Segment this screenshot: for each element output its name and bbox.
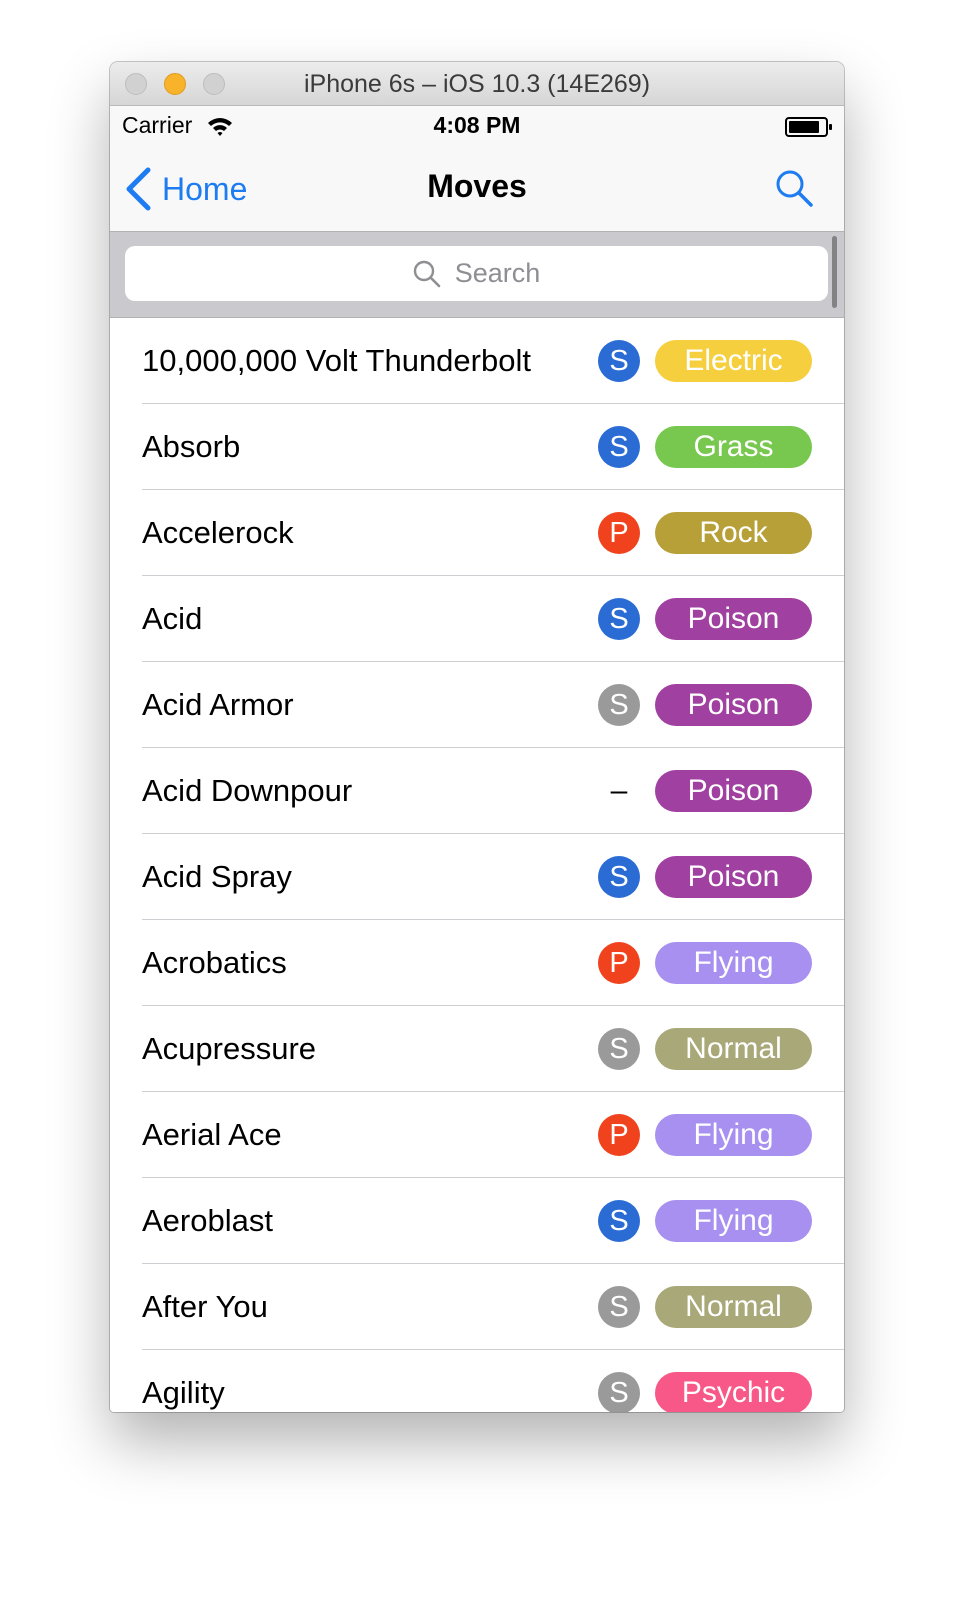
move-name: Accelerock [142,515,294,550]
list-item[interactable]: Acid S Poison [110,576,844,662]
status-time: 4:08 PM [433,112,521,138]
type-badge: Poison [655,856,812,898]
category-badge: S [598,598,640,640]
list-item[interactable]: Aerial Ace P Flying [110,1092,844,1178]
move-name: Aerial Ace [142,1117,282,1152]
type-badge: Electric [655,340,812,382]
search-input[interactable]: Search [125,246,828,301]
type-badge: Poison [655,598,812,640]
type-badge: Flying [655,1200,812,1242]
category-badge: S [598,340,640,382]
category-badge: S [598,1286,640,1328]
move-name: Aeroblast [142,1203,273,1238]
list-item[interactable]: Acupressure S Normal [110,1006,844,1092]
move-name: Acrobatics [142,945,287,980]
type-badge: Psychic [655,1372,812,1412]
move-name: Acupressure [142,1031,317,1066]
window-title: iPhone 6s – iOS 10.3 (14E269) [303,70,651,98]
list-item[interactable]: Acid Downpour – Poison [110,748,844,834]
scroll-indicator[interactable] [832,236,837,308]
category-badge: P [598,942,640,984]
move-name: Absorb [142,429,241,464]
category-badge: P [598,1114,640,1156]
search-placeholder: Search [454,258,541,288]
move-name: 10,000,000 Volt Thunderbolt [142,343,531,378]
status-bar: Carrier 4:08 PM [110,106,844,146]
category-badge: S [598,856,640,898]
moves-list[interactable]: 10,000,000 Volt Thunderbolt S Electric Abso… [110,318,844,1412]
list-item[interactable]: Accelerock P Rock [110,490,844,576]
list-item[interactable]: Agility S Psychic [110,1350,844,1412]
list-item[interactable]: Acid Armor S Poison [110,662,844,748]
page-title: Moves [427,168,527,204]
category-badge: S [598,684,640,726]
list-item[interactable]: Acid Spray S Poison [110,834,844,920]
list-item[interactable]: Acrobatics P Flying [110,920,844,1006]
type-badge: Poison [655,684,812,726]
type-badge: Poison [655,770,812,812]
search-field-icon [413,260,441,287]
category-badge: S [598,1200,640,1242]
simulator-window: iPhone 6s – iOS 10.3 (14E269) Carrier 4:… [110,62,844,1412]
move-name: After You [142,1289,268,1324]
battery-icon [785,117,832,137]
type-badge: Rock [655,512,812,554]
window-titlebar: iPhone 6s – iOS 10.3 (14E269) [110,62,844,106]
type-badge: Normal [655,1028,812,1070]
list-item[interactable]: Absorb S Grass [110,404,844,490]
category-badge: – [610,774,628,807]
move-name: Acid Armor [142,687,294,722]
type-badge: Flying [655,942,812,984]
navigation-bar: Home Moves [110,146,844,232]
search-bar: Search [110,232,844,318]
move-name: Acid Spray [142,859,292,894]
search-icon[interactable] [774,168,814,208]
move-name: Acid Downpour [142,773,353,808]
type-badge: Flying [655,1114,812,1156]
move-name: Acid [142,601,203,636]
category-badge: S [598,1372,640,1412]
list-item[interactable]: After You S Normal [110,1264,844,1350]
move-name: Agility [142,1375,225,1410]
type-badge: Grass [655,426,812,468]
category-badge: P [598,512,640,554]
category-badge: S [598,1028,640,1070]
list-item[interactable]: Aeroblast S Flying [110,1178,844,1264]
type-badge: Normal [655,1286,812,1328]
category-badge: S [598,426,640,468]
list-item[interactable]: 10,000,000 Volt Thunderbolt S Electric [110,318,844,404]
